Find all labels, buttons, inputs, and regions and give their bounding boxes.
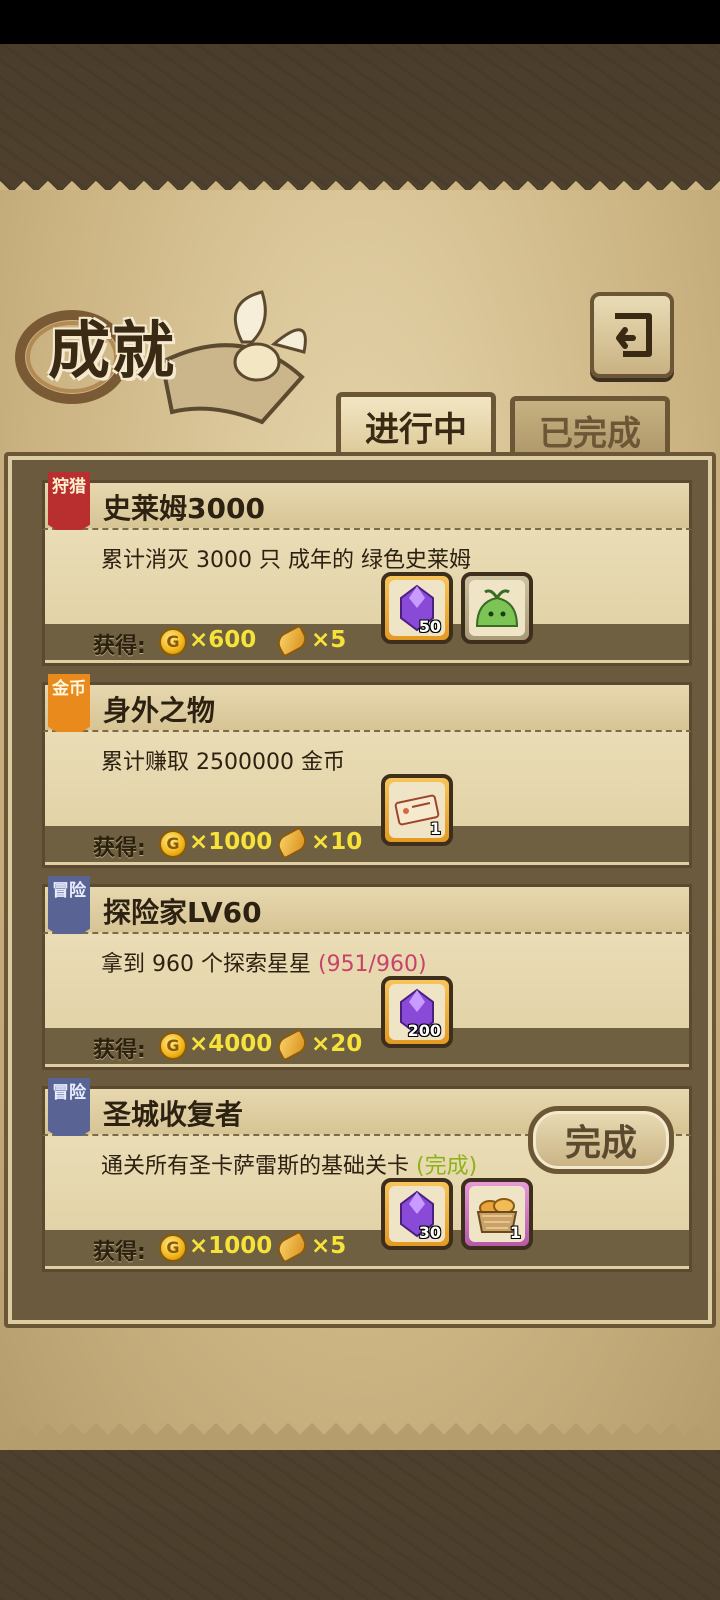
reward-label: 获得: — [93, 836, 146, 861]
gold-coin-icon: G — [159, 1032, 187, 1060]
achievement-title: 圣城收复者 — [103, 1098, 244, 1131]
reward-item-gem[interactable]: 30 — [381, 1178, 453, 1250]
description-text: 通关所有圣卡萨雷斯的基础关卡 — [101, 1154, 410, 1179]
achievement-card: 探险家LV60 冒险 拿到 960 个探索星星 (951/960) 获得: G … — [42, 876, 692, 1070]
reward-bar: 获得: G ×1000 ×10 — [45, 826, 689, 862]
category-badge: 冒险 — [48, 876, 90, 942]
achievement-title: 史莱姆3000 — [103, 492, 265, 525]
reward-bar: 获得: G ×4000 ×20 — [45, 1028, 689, 1064]
description-text: 累计消灭 3000 只 成年的 绿色史莱姆 — [101, 548, 471, 573]
card-body: 拿到 960 个探索星星 (951/960) 获得: G ×4000 ×20 2… — [42, 934, 692, 1070]
gold-reward: ×1000 — [189, 829, 273, 855]
gold-coin-icon: G — [159, 830, 187, 858]
achievement-description: 通关所有圣卡萨雷斯的基础关卡 (完成) — [101, 1148, 477, 1180]
back-button[interactable] — [590, 292, 674, 378]
status-bar — [0, 0, 720, 44]
achievement-list-panel: 史莱姆3000 狩猎 累计消灭 3000 只 成年的 绿色史莱姆 获得: G ×… — [4, 452, 716, 1328]
progress-text: (完成) — [416, 1154, 478, 1179]
bread-reward: ×10 — [311, 829, 363, 855]
card-header: 史莱姆3000 — [42, 480, 692, 530]
page-title: 成就 — [48, 314, 177, 387]
gold-reward: ×600 — [189, 627, 257, 653]
description-text: 累计赚取 2500000 金币 — [101, 750, 345, 775]
achievement-title: 身外之物 — [103, 694, 216, 727]
complete-claim-button[interactable]: 完成 — [528, 1106, 674, 1174]
description-text: 拿到 960 个探索星星 — [101, 952, 311, 977]
category-badge: 金币 — [48, 674, 90, 740]
gold-reward: ×1000 — [189, 1233, 273, 1259]
progress-text: (951/960) — [317, 952, 427, 977]
parchment-edge-bottom — [0, 1420, 720, 1450]
item-count: 30 — [418, 1223, 441, 1242]
category-badge: 狩猎 — [48, 472, 90, 538]
reward-label: 获得: — [93, 1240, 146, 1265]
return-arrow-icon — [615, 313, 652, 357]
achievement-card: 身外之物 金币 累计赚取 2500000 金币 获得: G ×1000 ×10 — [42, 674, 692, 868]
tab-completed[interactable]: 已完成 — [510, 396, 670, 460]
bread-icon — [273, 1230, 311, 1264]
achievement-card: 圣城收复者 冒险 通关所有圣卡萨雷斯的基础关卡 (完成) 获得: G ×1000… — [42, 1078, 692, 1272]
reward-bar: 获得: G ×1000 ×5 — [45, 1230, 689, 1266]
achievement-description: 拿到 960 个探索星星 (951/960) — [101, 946, 427, 978]
gold-coin-icon: G — [159, 628, 187, 656]
bread-reward: ×5 — [311, 627, 347, 653]
item-count: 1 — [429, 819, 441, 838]
item-count: 1 — [509, 1223, 521, 1242]
item-count: 200 — [407, 1021, 441, 1040]
gold-reward: ×4000 — [189, 1031, 273, 1057]
reward-item-ticket[interactable]: 1 — [381, 774, 453, 846]
achievement-card: 史莱姆3000 狩猎 累计消灭 3000 只 成年的 绿色史莱姆 获得: G ×… — [42, 472, 692, 666]
card-body: 累计消灭 3000 只 成年的 绿色史莱姆 获得: G ×600 ×5 50 — [42, 530, 692, 666]
reward-item-bread-basket[interactable]: 1 — [461, 1178, 533, 1250]
reward-item-slime[interactable] — [461, 572, 533, 644]
bread-icon — [273, 1028, 311, 1062]
bread-icon — [273, 624, 311, 658]
item-count: 50 — [418, 617, 441, 636]
card-header: 探险家LV60 — [42, 884, 692, 934]
card-header: 身外之物 — [42, 682, 692, 732]
reward-item-gem[interactable]: 200 — [381, 976, 453, 1048]
bread-reward: ×5 — [311, 1233, 347, 1259]
gold-coin-icon: G — [159, 1234, 187, 1262]
achievement-title: 探险家LV60 — [103, 896, 262, 929]
card-body: 累计赚取 2500000 金币 获得: G ×1000 ×10 1 — [42, 732, 692, 868]
reward-label: 获得: — [93, 634, 146, 659]
green-slime-icon — [475, 589, 519, 627]
bread-reward: ×20 — [311, 1031, 363, 1057]
reward-label: 获得: — [93, 1038, 146, 1063]
category-badge: 冒险 — [48, 1078, 90, 1144]
achievement-description: 累计消灭 3000 只 成年的 绿色史莱姆 — [101, 542, 471, 574]
reward-item-gem[interactable]: 50 — [381, 572, 453, 644]
tab-in-progress[interactable]: 进行中 — [336, 392, 496, 456]
achievement-description: 累计赚取 2500000 金币 — [101, 744, 345, 776]
reward-bar: 获得: G ×600 ×5 — [45, 624, 689, 660]
bread-icon — [273, 826, 311, 860]
